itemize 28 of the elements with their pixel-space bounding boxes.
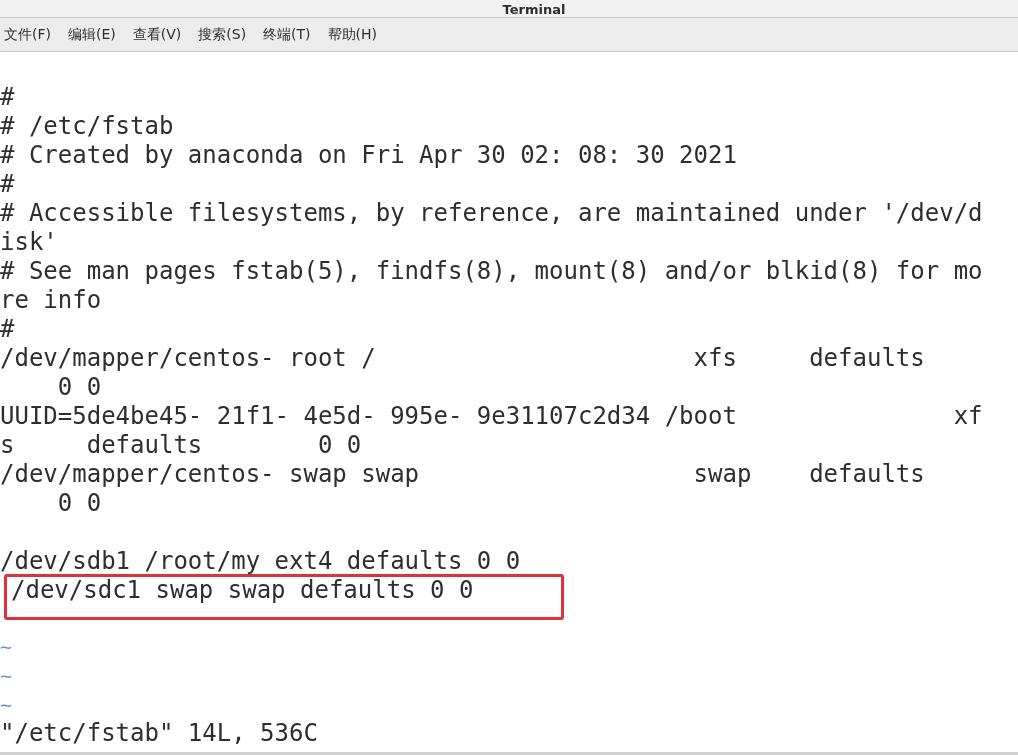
terminal-line: # Created by anaconda on Fri Apr 30 02: 08: 30 2021	[0, 141, 737, 169]
menu-item[interactable]: 编辑(E)	[68, 24, 116, 45]
terminal-line: # Accessible filesystems, by reference, are maintained under '/dev/d	[0, 199, 983, 227]
terminal-line: 0 0	[56, 373, 102, 401]
terminal-line: /dev/mapper/centos- swap swap swap defaults	[0, 460, 925, 488]
empty-line-tilde: ~	[0, 693, 13, 717]
menu-item[interactable]: 终端(T)	[263, 24, 311, 45]
terminal-line: # See man pages fstab(5), findfs(8), mount(8) and/or blkid(8) for mo	[0, 257, 983, 285]
terminal-line: /dev/sdc1 swap swap defaults 0 0	[11, 576, 474, 604]
terminal-line: isk'	[0, 228, 58, 256]
menu-item[interactable]: 查看(V)	[132, 24, 182, 45]
terminal-line: /dev/mapper/centos- root / xfs defaults	[0, 344, 925, 372]
terminal-line: /dev/sdb1 /root/my ext4 defaults 0 0	[0, 547, 521, 575]
terminal-line: UUID=5de4be45- 21f1- 4e5d- 995e- 9e31107c2d34 /boot xf	[0, 402, 983, 430]
empty-line-tilde: ~	[0, 635, 13, 659]
menu-item[interactable]: 搜索(S)	[198, 24, 247, 45]
menu-item[interactable]: 文件(F)	[4, 24, 51, 45]
terminal-line: 0 0	[56, 489, 102, 517]
empty-line-tilde: ~	[0, 664, 13, 688]
window-title: Terminal	[502, 2, 566, 17]
terminal-line: #	[0, 83, 15, 111]
terminal-line: #	[0, 315, 15, 343]
terminal-line: # /etc/fstab	[0, 112, 174, 140]
terminal-line: re info	[0, 286, 102, 314]
menu-item[interactable]: 帮助(H)	[327, 24, 378, 45]
terminal-line: #	[0, 170, 15, 198]
terminal-line: s defaults 0 0	[0, 431, 362, 459]
status-line: "/etc/fstab" 14L, 536C	[0, 719, 318, 747]
